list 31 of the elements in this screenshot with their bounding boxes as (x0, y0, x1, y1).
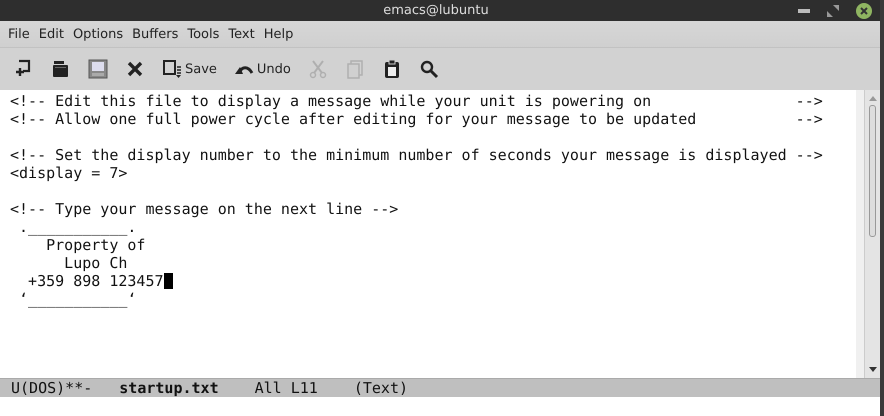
text-line: <display = 7> (10, 164, 128, 182)
text-line: ‘___________‘ (18, 290, 136, 308)
scrollbar[interactable] (864, 90, 880, 378)
menu-item[interactable]: Tools (183, 26, 224, 42)
toolbar-button[interactable]: Undo (228, 57, 297, 81)
major-mode: (Text) (354, 379, 408, 397)
scroll-down-icon[interactable] (868, 367, 876, 372)
close-icon[interactable] (856, 2, 872, 18)
buffer-position: All L11 (254, 379, 318, 397)
toolbar-button[interactable]: Save (156, 57, 223, 81)
text-line: +359 898 123457 (27, 272, 164, 290)
text-line: .___________. (18, 218, 136, 236)
text-line: <!-- Allow one full power cycle after editing for your message to be updated --> (10, 110, 823, 128)
save-icon (162, 59, 182, 79)
text-line: <!-- Edit this file to display a message while your unit is powering on --> (10, 92, 823, 110)
text-line: <!-- Set the display number to the minimum number of seconds your message is displayed --> (10, 146, 823, 164)
menu-item[interactable]: Text (224, 26, 260, 42)
menu-item[interactable]: File (4, 26, 35, 42)
window-title: emacs@lubuntu (383, 3, 489, 18)
menu-item[interactable]: Buffers (128, 26, 184, 42)
text-line: <!-- Type your message on the next line --> (10, 200, 398, 218)
text-line: Lupo Ch (63, 254, 128, 272)
menu-item[interactable]: Edit (34, 26, 69, 42)
mode-line-status: U(DOS)**- (11, 379, 92, 397)
menu-item[interactable]: Help (260, 26, 298, 42)
maximize-icon[interactable] (827, 4, 839, 16)
buffer-name: startup.txt (119, 379, 219, 397)
text-line: Property of (45, 236, 146, 254)
minimize-icon[interactable] (798, 8, 810, 12)
scrollbar-thumb[interactable] (869, 105, 876, 237)
menu-item[interactable]: Options (68, 26, 128, 42)
